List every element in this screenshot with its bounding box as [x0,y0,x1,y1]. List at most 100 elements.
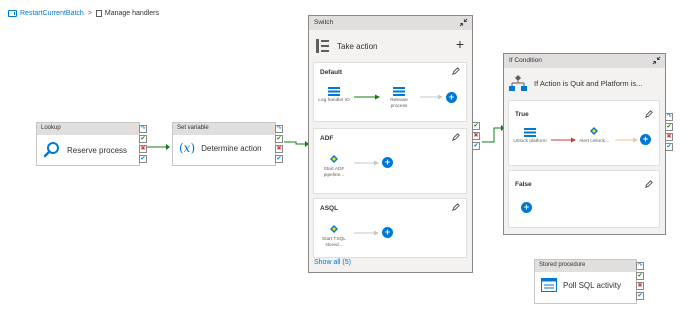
failure-output-handle[interactable]: ✖ [275,145,283,153]
mini-activity-label: Release process [390,98,408,109]
add-case-icon[interactable]: + [456,36,464,52]
success-output-handle[interactable]: ✔ [636,272,644,280]
completion-output-handle[interactable]: ✔ [665,143,673,151]
lookup-outputs: ↷ ✔ ✖ ✔ [139,125,147,163]
if-condition-name: If Action is Quit and Platform is... [534,78,643,88]
success-output-handle[interactable]: ✔ [139,135,147,143]
lookup-activity[interactable]: Lookup Reserve process [36,122,140,166]
connector-setvar-switch [284,141,305,145]
skip-output-handle[interactable]: ↷ [636,262,644,270]
switch-case-default[interactable]: Default Log handler ID Release process + [313,62,467,122]
breadcrumb-current-page: Manage handlers [104,9,159,17]
mini-activity-label: Log handler ID [318,98,350,103]
completion-output-handle[interactable]: ✔ [139,155,147,163]
collapse-icon[interactable] [459,18,468,27]
edit-pencil-icon[interactable] [645,110,653,118]
add-activity-button[interactable]: + [640,134,651,145]
if-false-branch[interactable]: False + [508,170,660,228]
activity-type-label: Stored procedure [535,260,636,272]
activity-type-header: If Condition [504,54,665,68]
mini-activity-label: Unlock platform [513,139,547,144]
mini-activity[interactable]: Log handler ID [317,87,351,104]
storage-icon [328,87,340,96]
activity-type-label: Lookup [37,123,139,135]
activity-name: Poll SQL activity [563,280,621,290]
pipeline-icon [8,9,17,17]
success-output-handle[interactable]: ✔ [472,122,480,130]
mini-activity-label: Start TSQL stored... [322,237,346,248]
next-connector [354,230,379,236]
arrowhead [166,144,170,150]
skip-output-handle[interactable]: ↷ [665,113,673,121]
success-connector [354,94,380,100]
edit-pencil-icon[interactable] [452,203,460,211]
if-condition-container[interactable]: If Condition If Action is Quit and Platf… [503,53,666,235]
pipeline-icon [330,155,338,163]
failure-output-handle[interactable]: ✖ [665,133,673,141]
mini-activity[interactable]: Alert Unlock... [577,125,611,145]
success-output-handle[interactable]: ✔ [275,135,283,143]
collapse-icon[interactable] [652,56,661,65]
activity-name: Reserve process [67,145,128,155]
case-title: ADF [320,135,334,142]
completion-output-handle[interactable]: ✔ [472,142,480,150]
branch-title: False [515,181,532,188]
case-title: ASQL [320,205,339,212]
switch-outputs: ✔ ✖ ✔ [472,122,480,150]
show-all-link[interactable]: Show all (5) [314,259,351,266]
if-true-branch[interactable]: True Unlock platform Alert Unlock... + [508,100,660,166]
skip-output-handle[interactable]: ↷ [275,125,283,133]
skip-output-handle[interactable]: ↷ [139,125,147,133]
mini-activity[interactable]: Start TSQL stored... [317,223,351,249]
mini-activity-label: Start ADF pipeline... [323,167,345,178]
switch-container[interactable]: Switch Take action + Default Log handler… [308,15,473,273]
breadcrumb: RestartCurrentBatch > Manage handlers [8,6,159,20]
edit-pencil-icon[interactable] [452,133,460,141]
mini-activity-label: Alert Unlock... [579,139,609,144]
pipeline-icon [330,225,338,233]
next-connector [420,94,443,100]
completion-output-handle[interactable]: ✔ [636,292,644,300]
success-output-handle[interactable]: ✔ [665,123,673,131]
storage-icon [524,128,536,137]
switch-type-label: Switch [314,19,334,26]
switch-case-asql[interactable]: ASQL Start TSQL stored... + [313,198,467,258]
add-activity-button[interactable]: + [446,92,457,103]
stored-procedure-activity[interactable]: Stored procedure Poll SQL activity [534,259,637,304]
mini-activity[interactable]: Release process [382,87,416,110]
connector-switch-if [482,127,501,143]
breadcrumb-pipeline-link[interactable]: RestartCurrentBatch [20,10,84,17]
switch-name: Take action [337,41,378,51]
completion-connector [615,137,638,143]
search-icon [43,141,61,159]
activity-type-label: Switch [309,16,472,30]
failure-output-handle[interactable]: ✖ [472,132,480,140]
activity-name: Determine action [201,143,262,153]
storage-icon [393,87,405,96]
page-icon [95,9,102,17]
if-condition-type-label: If Condition [509,57,542,64]
switch-icon [316,39,329,53]
set-variable-outputs: ↷ ✔ ✖ ✔ [275,125,283,163]
failure-output-handle[interactable]: ✖ [139,145,147,153]
case-title: Default [320,69,343,76]
add-activity-button[interactable]: + [521,202,532,213]
if-condition-icon [509,75,527,91]
breadcrumb-separator: > [87,9,92,17]
set-variable-activity[interactable]: Set variable (𝑥) Determine action [172,122,276,166]
add-activity-button[interactable]: + [382,227,393,238]
switch-case-adf[interactable]: ADF Start ADF pipeline... + [313,128,467,194]
edit-pencil-icon[interactable] [645,180,653,188]
completion-output-handle[interactable]: ✔ [275,155,283,163]
pipeline-icon [590,127,598,135]
failure-connector [551,137,576,143]
variable-icon: (𝑥) [179,141,196,155]
edit-pencil-icon[interactable] [452,67,460,75]
add-activity-button[interactable]: + [382,157,393,168]
branch-title: True [515,111,529,118]
stored-procedure-icon [541,278,557,292]
mini-activity[interactable]: Start ADF pipeline... [317,153,351,179]
failure-output-handle[interactable]: ✖ [636,282,644,290]
mini-activity[interactable]: Unlock platform [513,128,547,145]
stored-procedure-outputs: ↷ ✔ ✖ ✔ [636,262,644,300]
